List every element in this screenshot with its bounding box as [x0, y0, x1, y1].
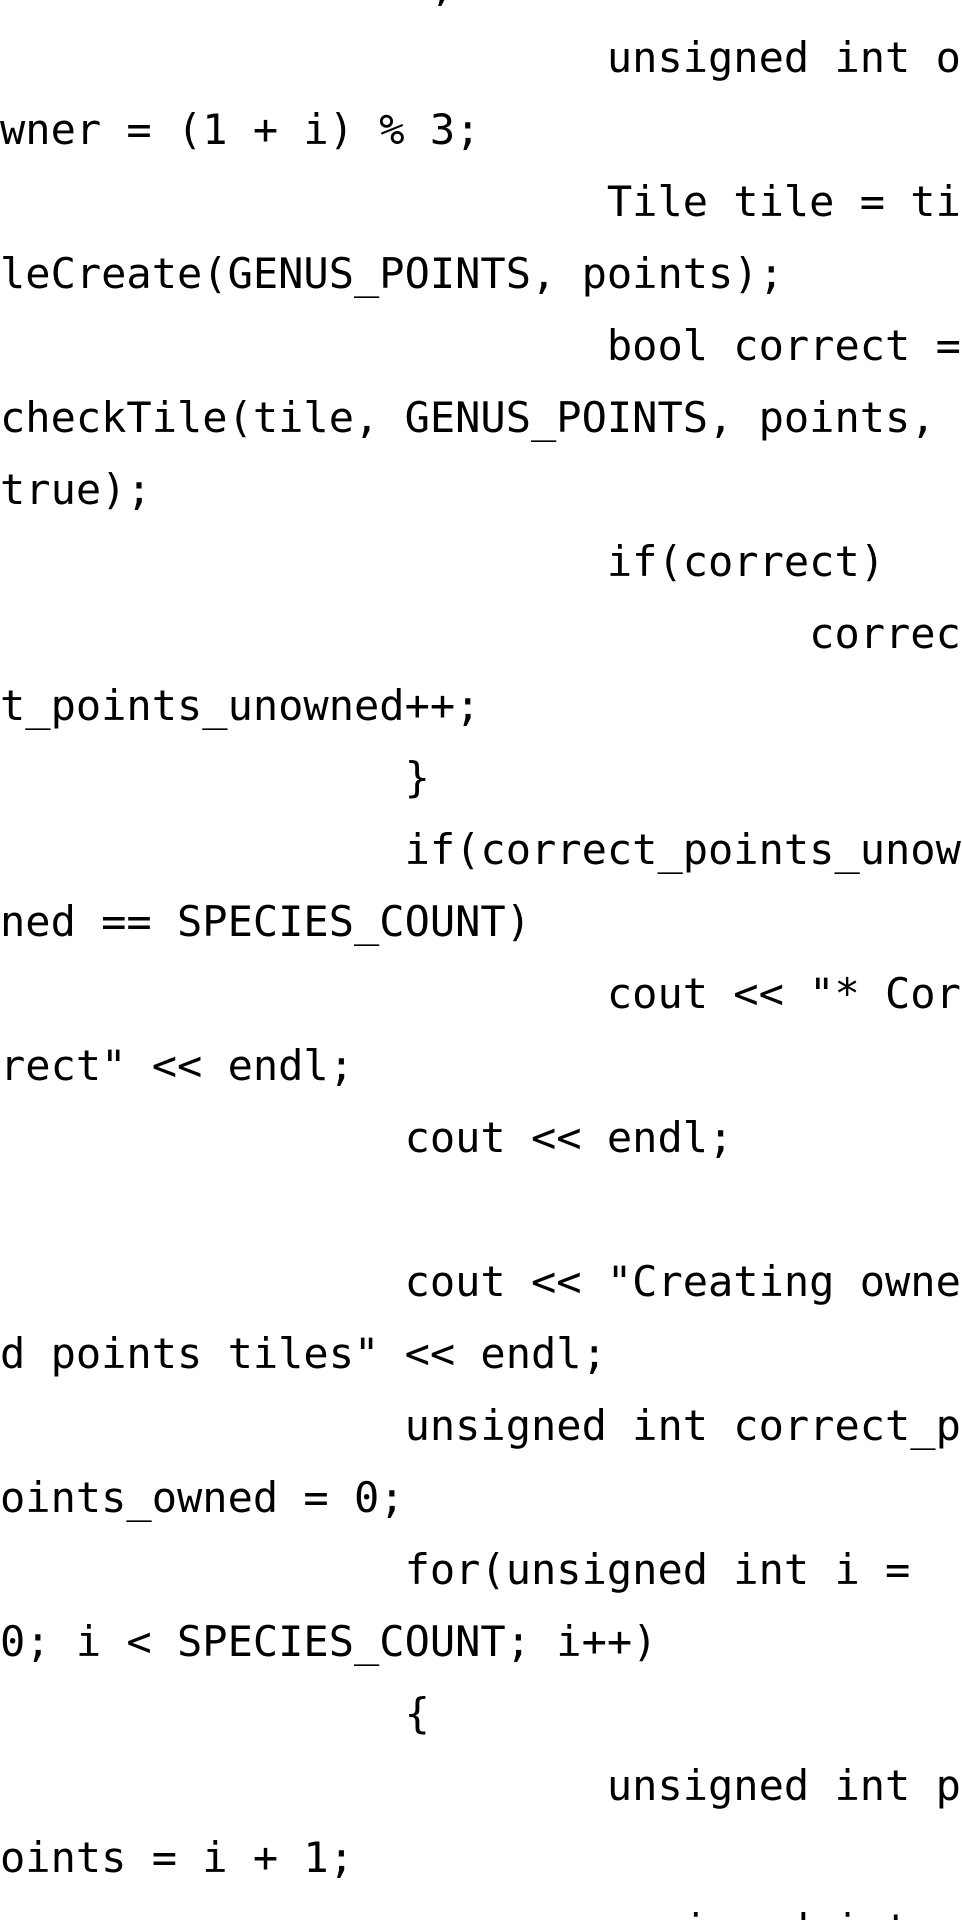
source-code-listing[interactable]: 1; unsigned int owner = (1 + i) % 3; Til…	[0, 0, 962, 1920]
code-viewport[interactable]: 1; unsigned int owner = (1 + i) % 3; Til…	[0, 0, 962, 1920]
